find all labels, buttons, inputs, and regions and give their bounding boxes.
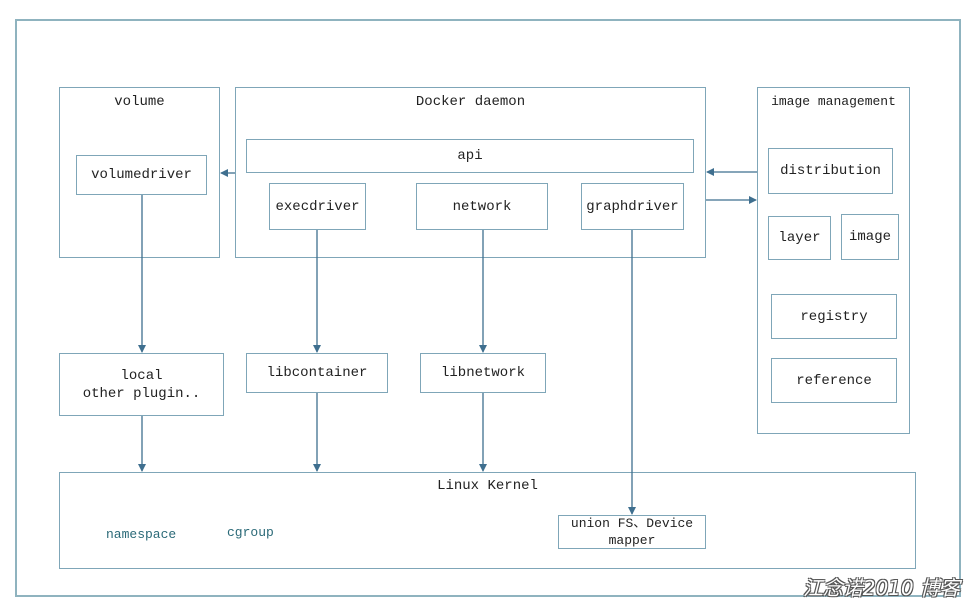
network-box: network xyxy=(416,183,548,230)
layer-label: layer xyxy=(778,230,821,246)
network-label: network xyxy=(452,198,512,215)
libcontainer-box: libcontainer xyxy=(246,353,388,393)
reference-box: reference xyxy=(771,358,897,403)
registry-box: registry xyxy=(771,294,897,339)
layer-box: layer xyxy=(768,216,831,260)
volumedriver-label: volumedriver xyxy=(91,167,192,183)
registry-label: registry xyxy=(800,308,868,325)
volumedriver-box: volumedriver xyxy=(76,155,207,195)
linux-kernel-group: Linux Kernel xyxy=(59,472,916,569)
local-plugin-box: local other plugin.. xyxy=(59,353,224,416)
libnetwork-box: libnetwork xyxy=(420,353,546,393)
local-plugin-label: local other plugin.. xyxy=(82,367,201,402)
api-box: api xyxy=(246,139,694,173)
volume-title: volume xyxy=(114,94,165,110)
graphdriver-box: graphdriver xyxy=(581,183,684,230)
execdriver-label: execdriver xyxy=(275,198,360,215)
watermark: 江念诺2010 博客 xyxy=(802,576,960,600)
cgroup-label: cgroup xyxy=(227,525,274,540)
distribution-label: distribution xyxy=(780,163,881,179)
docker-daemon-title: Docker daemon xyxy=(415,94,526,110)
image-box: image xyxy=(841,214,899,260)
unionfs-box: union FS、Device mapper xyxy=(558,515,706,549)
linux-kernel-title: Linux Kernel xyxy=(437,478,538,494)
image-label: image xyxy=(848,229,891,245)
execdriver-box: execdriver xyxy=(269,183,366,230)
reference-label: reference xyxy=(796,372,872,389)
namespace-label: namespace xyxy=(106,527,177,542)
api-label: api xyxy=(457,148,483,164)
image-management-title: image management xyxy=(771,94,896,109)
graphdriver-label: graphdriver xyxy=(586,198,679,215)
unionfs-label: union FS、Device mapper xyxy=(570,516,694,548)
libcontainer-label: libcontainer xyxy=(266,365,368,381)
distribution-box: distribution xyxy=(768,148,893,194)
libnetwork-label: libnetwork xyxy=(440,365,525,381)
